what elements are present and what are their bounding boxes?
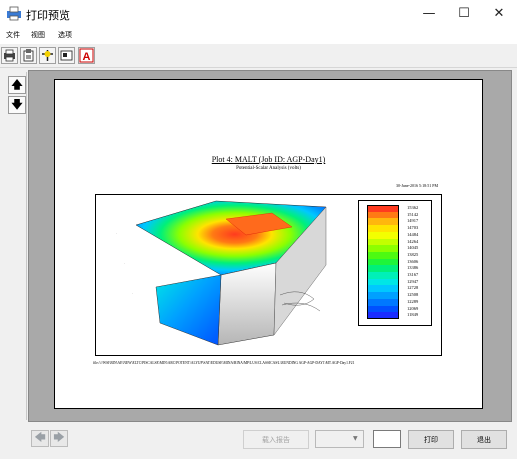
legend-swatch-border (367, 205, 399, 319)
title-bar: 打印预览 — ☐ ✕ (0, 0, 517, 27)
menu-options[interactable]: 选项 (58, 30, 72, 40)
crosshair-icon[interactable] (39, 47, 56, 64)
window-title: 打印预览 (26, 9, 70, 22)
maximize-button[interactable]: ☐ (447, 0, 481, 27)
minimize-button[interactable]: — (412, 0, 446, 27)
svg-text:·: · (124, 262, 125, 266)
menu-view[interactable]: 视图 (31, 30, 45, 40)
legend-value: 13167 (407, 272, 419, 278)
chevron-down-icon: ▼ (353, 435, 358, 442)
legend-value: 12947 (407, 278, 419, 284)
page-setup-icon[interactable] (20, 47, 37, 64)
preview-canvas[interactable]: Plot 4: MALT (Job ID: AGP-Day1) Potentia… (28, 70, 512, 422)
svg-text:A: A (83, 51, 91, 63)
print-preview-app-icon (7, 6, 21, 21)
print-icon[interactable] (1, 47, 18, 64)
preview-page: Plot 4: MALT (Job ID: AGP-Day1) Potentia… (54, 79, 483, 409)
print-button[interactable]: 打印 (408, 430, 454, 449)
side-panel: 🡅 🡇 (4, 72, 27, 420)
legend-value: 14045 (407, 245, 419, 251)
menu-file[interactable]: 文件 (6, 30, 20, 40)
legend-value: 15362 (407, 205, 419, 210)
prev-page-button[interactable]: 🡄 (31, 430, 49, 447)
fit-page-icon[interactable] (58, 47, 75, 64)
page-number-input[interactable] (373, 430, 401, 448)
page-select[interactable]: ▼ (315, 430, 364, 448)
legend-value: 15142 (407, 211, 419, 217)
plot-title: Plot 4: MALT (Job ID: AGP-Day1) (211, 155, 326, 164)
scroll-up-button[interactable]: 🡅 (8, 76, 26, 94)
legend-value: 13825 (407, 251, 419, 257)
legend-value: 14703 (407, 225, 419, 231)
plot-subtitle: Potential-Scalar Analysis (volts) (236, 166, 301, 171)
legend-value: 12289 (407, 298, 419, 304)
next-page-button[interactable]: 🡆 (50, 430, 68, 447)
scroll-down-button[interactable]: 🡇 (8, 96, 26, 114)
exit-button[interactable]: 退出 (461, 430, 507, 449)
plot-date: 30-June-2016 5:18:51 PM (396, 183, 438, 188)
legend-value: 13386 (407, 265, 419, 271)
file-path-footer: file:/\//WSI\BIN\AE\NEW\ELTC\PISCALSE\MI… (93, 361, 355, 365)
legend-value: 12728 (407, 285, 419, 291)
toolbar: A (0, 44, 517, 68)
svg-text:·: · (132, 292, 133, 296)
close-button[interactable]: ✕ (482, 0, 516, 27)
font-icon[interactable]: A (78, 47, 95, 64)
legend-value: 14917 (407, 218, 419, 224)
up-arrow-icon: 🡅 (11, 77, 23, 91)
color-legend: 15362 15142 14917 14703 14484 14264 14045 13825… (358, 200, 432, 326)
menu-bar: 文件 视图 选项 (0, 27, 517, 44)
svg-text:·: · (116, 232, 117, 236)
legend-value: 11849 (407, 312, 419, 318)
legend-value: 12508 (407, 292, 419, 298)
legend-value: 12069 (407, 305, 419, 311)
figure-box: · · · 15362 15142 14917 14703 14484 14264 14045 1… (95, 194, 442, 356)
down-arrow-icon: 🡇 (11, 97, 23, 111)
legend-value: 13606 (407, 258, 419, 264)
load-report-button[interactable]: 载入报告 (243, 430, 309, 449)
legend-value: 14264 (407, 238, 419, 244)
legend-value: 14484 (407, 231, 419, 237)
bottom-bar: 🡄 🡆 载入报告 ▼ 打印 退出 (0, 424, 517, 459)
left-arrow-icon: 🡄 (34, 431, 46, 444)
right-arrow-icon: 🡆 (53, 431, 65, 444)
